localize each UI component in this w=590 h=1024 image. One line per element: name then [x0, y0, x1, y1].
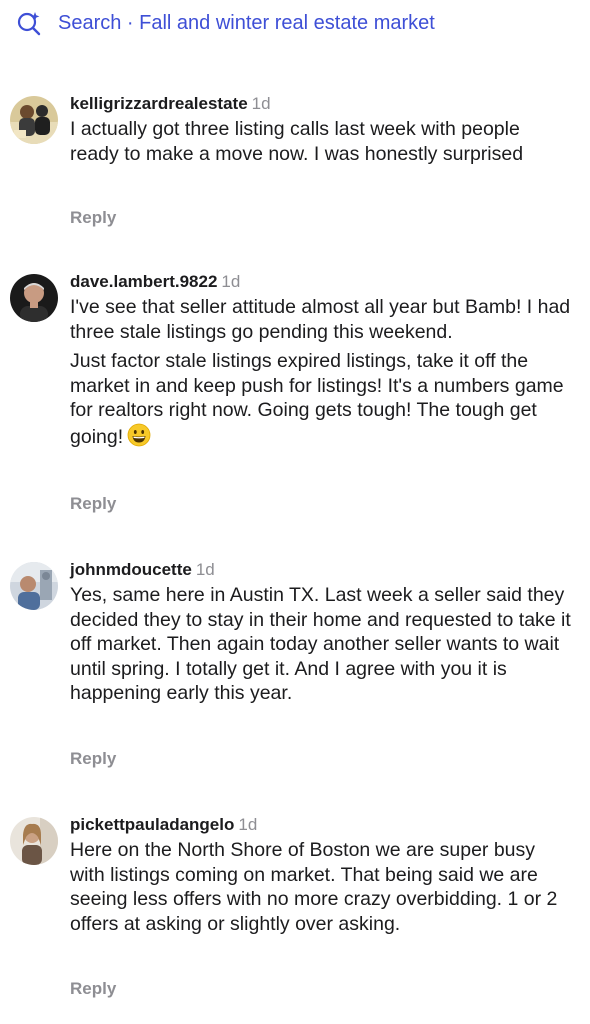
search-bar[interactable]: Search · Fall and winter real estate mar… — [16, 8, 574, 38]
avatar[interactable] — [10, 274, 58, 322]
reply-button[interactable]: Reply — [70, 494, 116, 514]
username[interactable]: pickettpauladangelo — [70, 815, 234, 834]
comment-text: Yes, same here in Austin TX. Last week a… — [70, 583, 572, 706]
search-sparkle-icon — [17, 12, 41, 36]
comment-text: Here on the North Shore of Boston we are… — [70, 838, 572, 936]
username[interactable]: johnmdoucette — [70, 560, 192, 579]
avatar[interactable] — [10, 96, 58, 144]
timestamp: 1d — [221, 272, 241, 291]
username[interactable]: dave.lambert.9822 — [70, 272, 217, 291]
reply-button[interactable]: Reply — [70, 979, 116, 999]
comment-paragraph: Just factor stale listings expired listi… — [70, 349, 572, 453]
comment-text: I actually got three listing calls last … — [70, 117, 572, 166]
search-label: Search · Fall and winter real estate mar… — [58, 11, 435, 34]
comment-paragraph: I actually got three listing calls last … — [70, 118, 524, 165]
username[interactable]: kelligrizzardrealestate — [70, 94, 248, 113]
avatar[interactable] — [10, 562, 58, 610]
reply-button[interactable]: Reply — [70, 749, 116, 769]
timestamp: 1d — [195, 560, 215, 579]
reply-button[interactable]: Reply — [70, 208, 116, 228]
timestamp: 1d — [238, 815, 258, 834]
comment-text: I've see that seller attitude almost all… — [70, 295, 572, 453]
comment-paragraph: I've see that seller attitude almost all… — [70, 296, 571, 343]
grinning-face-emoji — [127, 423, 151, 454]
comment-paragraph: Yes, same here in Austin TX. Last week a… — [70, 584, 571, 704]
avatar[interactable] — [10, 817, 58, 865]
timestamp: 1d — [251, 94, 271, 113]
comment-paragraph: Here on the North Shore of Boston we are… — [70, 839, 558, 935]
